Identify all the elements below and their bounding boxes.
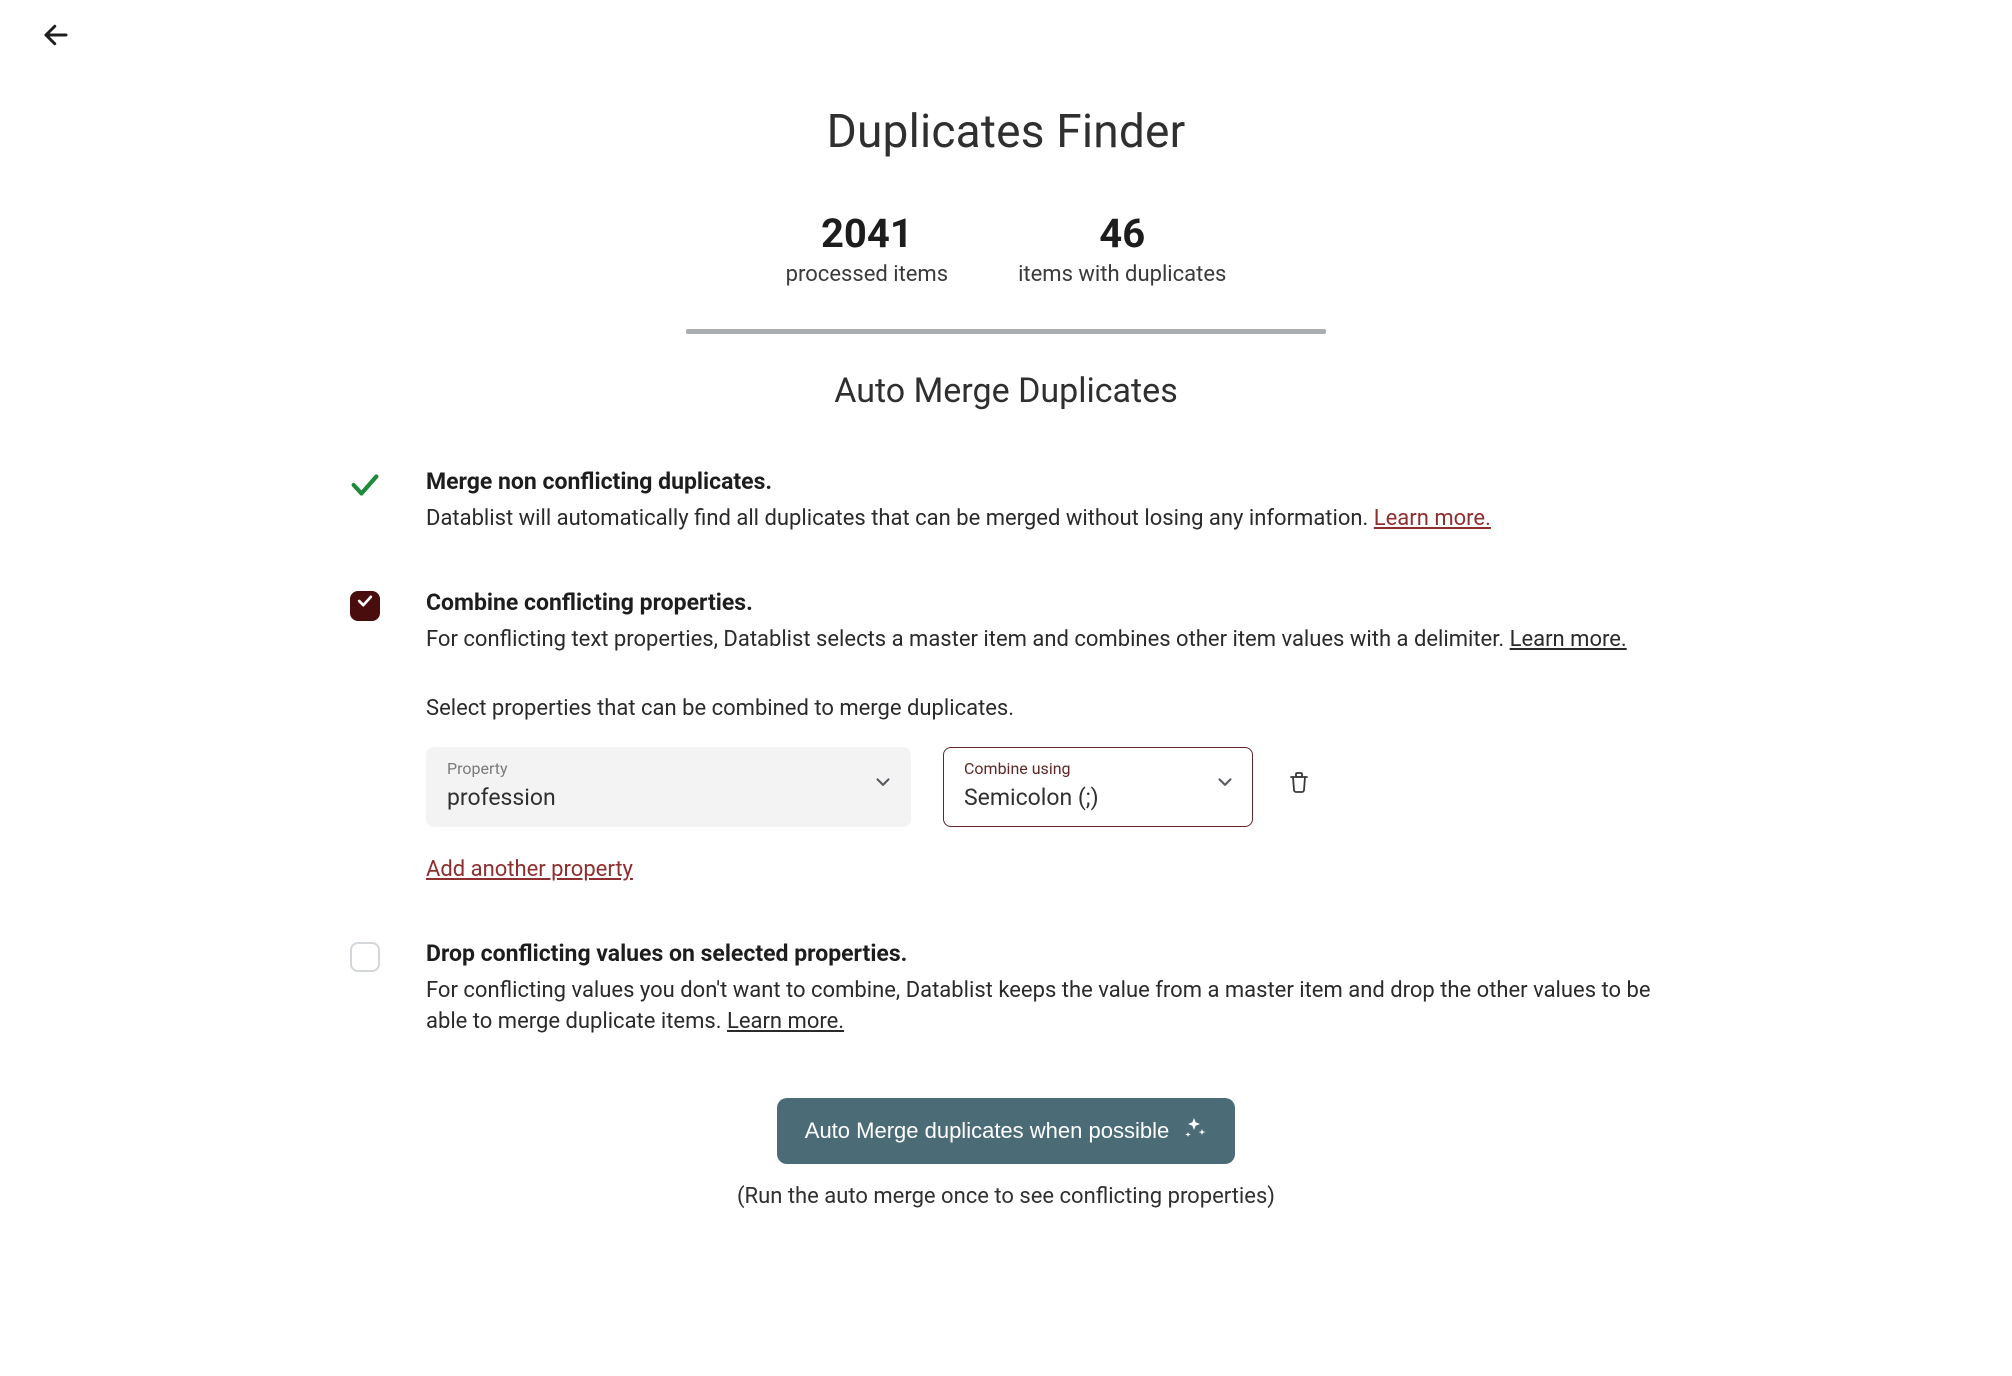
chevron-down-icon xyxy=(1214,771,1236,803)
learn-more-link[interactable]: Learn more. xyxy=(727,1009,844,1034)
page-title: Duplicates Finder xyxy=(346,100,1666,164)
stat-processed: 2041 processed items xyxy=(786,212,948,291)
option-merge-non-conflicting: Merge non conflicting duplicates. Databl… xyxy=(346,466,1666,535)
option-desc-text: For conflicting text properties, Databli… xyxy=(426,627,1510,652)
section-title: Auto Merge Duplicates xyxy=(346,368,1666,416)
chevron-down-icon xyxy=(872,771,894,803)
delimiter-select-value: Semicolon (;) xyxy=(964,782,1204,814)
combine-subheading: Select properties that can be combined t… xyxy=(426,694,1666,725)
stat-processed-label: processed items xyxy=(786,260,948,291)
checkmark-icon xyxy=(355,590,375,621)
remove-property-button[interactable] xyxy=(1285,773,1313,801)
back-button[interactable] xyxy=(38,22,74,58)
stat-with-duplicates: 46 items with duplicates xyxy=(1018,212,1226,291)
option-desc-text: Datablist will automatically find all du… xyxy=(426,506,1374,531)
learn-more-link[interactable]: Learn more. xyxy=(1510,627,1627,652)
auto-merge-button[interactable]: Auto Merge duplicates when possible xyxy=(777,1098,1235,1164)
learn-more-link[interactable]: Learn more. xyxy=(1374,506,1491,531)
drop-checkbox[interactable] xyxy=(350,942,380,972)
stat-with-duplicates-value: 46 xyxy=(1018,212,1226,256)
option-heading: Drop conflicting values on selected prop… xyxy=(426,938,1666,970)
property-select-label: Property xyxy=(447,758,862,780)
arrow-left-icon xyxy=(41,20,71,60)
option-drop-conflicting: Drop conflicting values on selected prop… xyxy=(346,938,1666,1038)
property-select[interactable]: Property profession xyxy=(426,747,911,828)
stat-processed-value: 2041 xyxy=(786,212,948,256)
combine-checkbox[interactable] xyxy=(350,591,380,621)
cta-note: (Run the auto merge once to see conflict… xyxy=(346,1182,1666,1213)
stat-with-duplicates-label: items with duplicates xyxy=(1018,260,1226,291)
auto-merge-button-label: Auto Merge duplicates when possible xyxy=(805,1118,1169,1144)
check-icon xyxy=(348,468,382,512)
option-desc: Datablist will automatically find all du… xyxy=(426,504,1666,535)
divider xyxy=(686,329,1326,334)
delimiter-select[interactable]: Combine using Semicolon (;) xyxy=(943,747,1253,828)
option-desc: For conflicting text properties, Databli… xyxy=(426,625,1666,656)
option-heading: Merge non conflicting duplicates. xyxy=(426,466,1666,498)
option-desc-text: For conflicting values you don't want to… xyxy=(426,978,1651,1034)
option-desc: For conflicting values you don't want to… xyxy=(426,976,1666,1038)
sparkle-icon xyxy=(1183,1116,1207,1146)
trash-icon xyxy=(1287,769,1311,805)
option-combine-conflicting: Combine conflicting properties. For conf… xyxy=(346,587,1666,886)
combine-property-row: Property profession Combine using Semico… xyxy=(426,747,1666,828)
property-select-value: profession xyxy=(447,782,862,814)
option-heading: Combine conflicting properties. xyxy=(426,587,1666,619)
stats-row: 2041 processed items 46 items with dupli… xyxy=(346,212,1666,291)
add-property-link[interactable]: Add another property xyxy=(426,855,633,886)
delimiter-select-label: Combine using xyxy=(964,758,1204,780)
